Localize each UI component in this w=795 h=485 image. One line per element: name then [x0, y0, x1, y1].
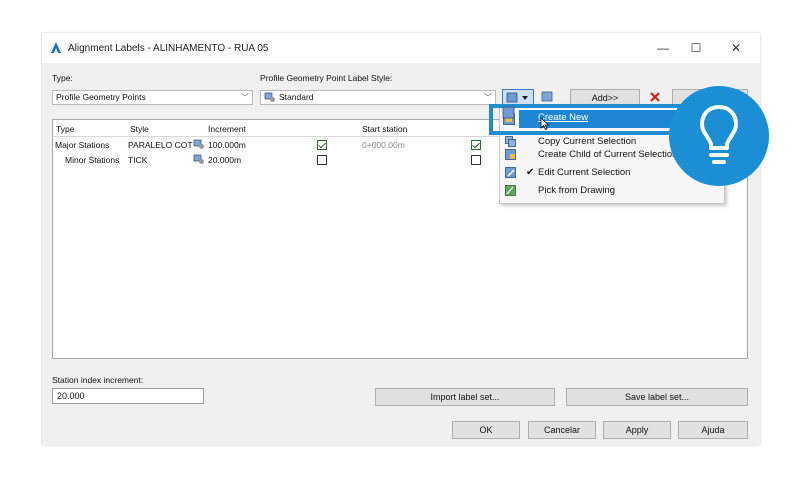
- checkmark-icon: ✔: [526, 167, 535, 178]
- chevron-down-icon: ﹀: [241, 93, 249, 102]
- row-style[interactable]: TICK: [128, 155, 147, 165]
- menu-icon-strip: [502, 106, 515, 119]
- row-increment[interactable]: 100.000m: [208, 140, 246, 150]
- import-label-set-button[interactable]: Import label set...: [375, 388, 555, 406]
- lightbulb-badge: [669, 86, 769, 186]
- row-start-station[interactable]: 0+000.00m: [362, 140, 405, 150]
- save-label-set-button[interactable]: Save label set...: [566, 388, 748, 406]
- menu-item-label: Create Child of Current Selection: [538, 149, 678, 160]
- edit-icon: [505, 167, 516, 178]
- station-index-input[interactable]: 20.000: [52, 388, 204, 404]
- start-station-checkbox[interactable]: [471, 155, 481, 165]
- alignment-labels-dialog: Alignment Labels - ALINHAMENTO - RUA 05 …: [42, 33, 760, 445]
- visibility-checkbox[interactable]: [317, 155, 327, 165]
- menu-item-label: Edit Current Selection: [538, 167, 631, 178]
- highlight-frame: [489, 104, 695, 135]
- chevron-down-icon: ﹀: [484, 93, 492, 102]
- menu-item-pick-from-drawing[interactable]: Pick from Drawing: [500, 182, 724, 199]
- col-header-increment: Increment: [208, 124, 246, 134]
- visibility-checkbox[interactable]: [317, 140, 327, 150]
- station-index-label: Station index increment:: [52, 375, 144, 385]
- pick-icon: [505, 185, 516, 196]
- window-title: Alignment Labels - ALINHAMENTO - RUA 05: [68, 43, 269, 54]
- ok-button[interactable]: OK: [452, 421, 520, 439]
- col-header-start-station: Start station: [362, 124, 408, 134]
- row-increment[interactable]: 20.000m: [208, 155, 241, 165]
- minimize-button[interactable]: —: [652, 39, 674, 57]
- delete-icon: [650, 92, 660, 102]
- style-picker-icon[interactable]: [193, 139, 205, 150]
- type-dropdown[interactable]: Profile Geometry Points ﹀: [52, 90, 253, 105]
- apply-button[interactable]: Apply: [603, 421, 671, 439]
- style-label: Profile Geometry Point Label Style:: [260, 73, 393, 83]
- close-button[interactable]: ✕: [725, 39, 747, 57]
- cancel-button[interactable]: Cancelar: [528, 421, 596, 439]
- col-header-type: Type: [56, 124, 75, 134]
- row-style[interactable]: PARALELO COT: [128, 140, 200, 150]
- row-type: Minor Stations: [65, 155, 120, 165]
- title-bar: Alignment Labels - ALINHAMENTO - RUA 05 …: [42, 33, 760, 63]
- help-button[interactable]: Ajuda: [678, 421, 748, 439]
- type-label: Type:: [52, 73, 73, 83]
- maximize-button[interactable]: ☐: [685, 39, 707, 57]
- label-style-icon: [264, 92, 275, 102]
- style-edit-icon: [506, 92, 528, 103]
- start-station-checkbox[interactable]: [471, 140, 481, 150]
- style-dropdown[interactable]: Standard ﹀: [260, 90, 496, 105]
- civil3d-logo-icon: [51, 42, 61, 53]
- edit-style-icon: [541, 91, 553, 102]
- row-type: Major Stations: [55, 140, 110, 150]
- style-picker-icon[interactable]: [193, 154, 205, 165]
- col-header-style: Style: [130, 124, 149, 134]
- type-value: Profile Geometry Points: [56, 92, 146, 102]
- create-child-icon: [505, 149, 516, 160]
- style-value: Standard: [279, 92, 314, 102]
- menu-item-label: Pick from Drawing: [538, 185, 616, 196]
- lightbulb-icon: [700, 105, 738, 164]
